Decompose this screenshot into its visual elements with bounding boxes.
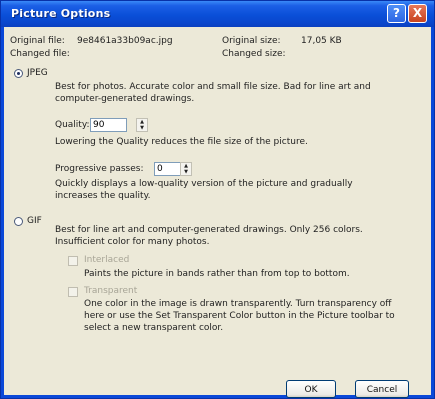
original-file-label: Original file: xyxy=(10,36,65,46)
jpeg-description-line1: Best for photos. Accurate color and smal… xyxy=(55,82,371,92)
interlaced-label[interactable]: Interlaced xyxy=(84,255,129,265)
quality-label: Quality: xyxy=(55,120,90,130)
close-button[interactable]: X xyxy=(408,4,427,23)
jpeg-radio[interactable] xyxy=(14,69,23,78)
progressive-hint-line1: Quickly displays a low-quality version o… xyxy=(55,179,353,189)
transparent-hint-line1: One color in the image is drawn transpar… xyxy=(84,299,392,309)
spin-down-icon[interactable]: ▼ xyxy=(181,169,191,175)
gif-label[interactable]: GIF xyxy=(27,216,42,226)
progressive-hint-line2: increases the quality. xyxy=(55,191,151,201)
original-file-value: 9e8461a33b09ac.jpg xyxy=(77,36,173,46)
help-button[interactable]: ? xyxy=(387,4,406,23)
progressive-passes-label: Progressive passes: xyxy=(55,164,144,174)
gif-description-line1: Best for line art and computer-generated… xyxy=(55,225,363,235)
transparent-hint-line2: here or use the Set Transparent Color bu… xyxy=(84,311,395,321)
progressive-passes-input[interactable] xyxy=(154,162,182,176)
original-size-label: Original size: xyxy=(222,36,281,46)
interlaced-checkbox[interactable] xyxy=(68,256,78,266)
progressive-passes-spinner[interactable]: ▲ ▼ xyxy=(180,162,192,176)
spin-down-icon[interactable]: ▼ xyxy=(137,125,147,131)
dialog-title: Picture Options xyxy=(11,7,111,20)
cancel-button[interactable]: Cancel xyxy=(355,380,409,398)
transparent-label[interactable]: Transparent xyxy=(84,286,137,296)
changed-size-label: Changed size: xyxy=(222,49,286,59)
quality-spinner[interactable]: ▲ ▼ xyxy=(136,118,148,132)
transparent-hint-line3: select a new transparent color. xyxy=(84,323,224,333)
gif-description-line2: Insufficient color for many photos. xyxy=(55,237,210,247)
title-bar[interactable]: Picture Options ? X xyxy=(1,1,434,27)
close-icon: X xyxy=(412,6,423,20)
ok-button[interactable]: OK xyxy=(286,380,336,398)
quality-input[interactable] xyxy=(90,118,127,132)
original-size-value: 17,05 KB xyxy=(301,36,342,46)
dialog-body: Original file: 9e8461a33b09ac.jpg Change… xyxy=(4,27,431,398)
gif-radio[interactable] xyxy=(14,217,23,226)
picture-options-dialog: Picture Options ? X Original file: 9e846… xyxy=(0,0,435,399)
transparent-checkbox[interactable] xyxy=(68,287,78,297)
interlaced-hint: Paints the picture in bands rather than … xyxy=(84,269,350,279)
help-icon: ? xyxy=(393,6,400,20)
jpeg-label[interactable]: JPEG xyxy=(27,68,48,78)
quality-hint: Lowering the Quality reduces the file si… xyxy=(55,137,308,147)
jpeg-description-line2: computer-generated drawings. xyxy=(55,94,195,104)
radio-selected-dot xyxy=(17,72,20,75)
changed-file-label: Changed file: xyxy=(10,49,70,59)
